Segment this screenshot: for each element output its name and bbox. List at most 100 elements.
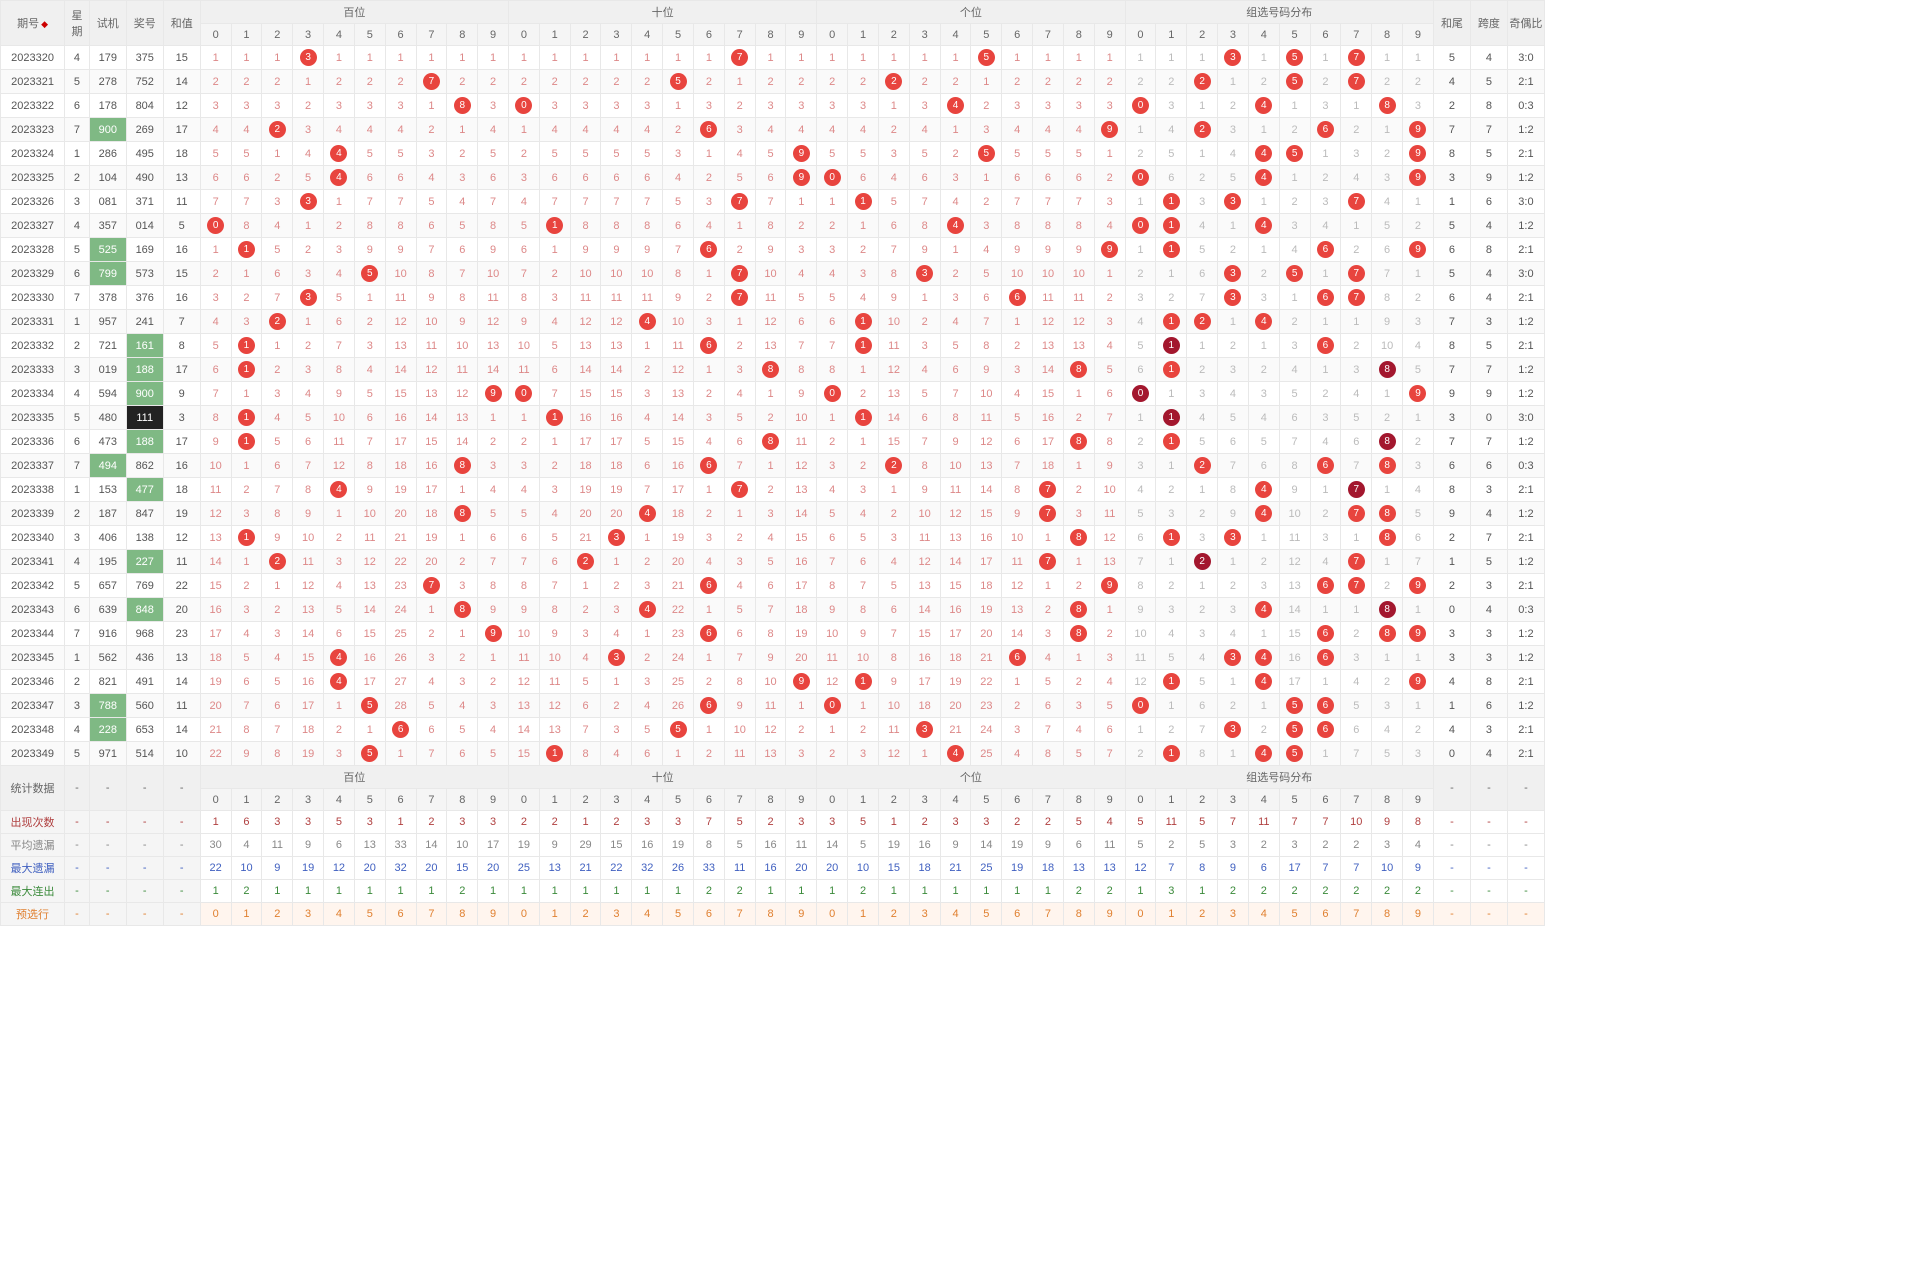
ball-h: 8	[454, 601, 471, 618]
col-hundreds: 百位	[200, 1, 508, 24]
ball-h: 4	[330, 169, 347, 186]
ball-h: 3	[300, 193, 317, 210]
table-row: 2023338115347718112784919171443191971717…	[1, 478, 1915, 502]
table-row: 2023328552516916115239976961999762933279…	[1, 238, 1915, 262]
ball-t: 9	[793, 169, 810, 186]
ball-dist: 5	[1286, 145, 1303, 162]
ball-dist: 7	[1348, 577, 1365, 594]
digit-2: 2	[878, 24, 909, 46]
digit-9: 9	[1403, 24, 1434, 46]
ball-dist: 6	[1317, 289, 1334, 306]
digit-0: 0	[1125, 24, 1156, 46]
col-week: 星期	[65, 1, 90, 46]
digit-1: 1	[848, 24, 879, 46]
ball-dist: 0	[1132, 697, 1149, 714]
table-row: 2023337749486216101671281816833218186166…	[1, 454, 1915, 478]
table-row: 2023325210449013662546643636666425690646…	[1, 166, 1915, 190]
ball-dist: 1	[1163, 409, 1180, 426]
ball-u: 0	[824, 385, 841, 402]
table-row: 2023321527875214222122272222222521222222…	[1, 70, 1915, 94]
ball-dist: 0	[1132, 385, 1149, 402]
ball-dist: 2	[1194, 121, 1211, 138]
ball-dist: 3	[1224, 721, 1241, 738]
ball-dist: 3	[1224, 265, 1241, 282]
sort-icon[interactable]	[39, 18, 48, 30]
ball-dist: 3	[1224, 49, 1241, 66]
digit-2: 2	[1187, 24, 1218, 46]
ball-dist: 1	[1163, 193, 1180, 210]
col-test: 试机	[89, 1, 126, 46]
ball-h: 2	[269, 553, 286, 570]
ball-h: 7	[423, 577, 440, 594]
digit-4: 4	[632, 24, 663, 46]
ball-u: 1	[855, 409, 872, 426]
ball-dist: 2	[1194, 553, 1211, 570]
ball-t: 8	[762, 361, 779, 378]
table-row: 2023347378856011207617152854313126242669…	[1, 694, 1915, 718]
ball-u: 8	[1070, 625, 1087, 642]
ball-u: 1	[855, 673, 872, 690]
ball-h: 6	[392, 721, 409, 738]
ball-dist: 9	[1409, 673, 1426, 690]
table-row: 2023324128649518551445532525555314595535…	[1, 142, 1915, 166]
ball-u: 7	[1039, 481, 1056, 498]
ball-dist: 5	[1286, 49, 1303, 66]
digit-5: 5	[354, 24, 385, 46]
ball-u: 8	[1070, 601, 1087, 618]
ball-h: 3	[300, 289, 317, 306]
ball-dist: 5	[1286, 721, 1303, 738]
digit-2: 2	[570, 24, 601, 46]
table-row: 2023332272116185112731311101310513131116…	[1, 334, 1915, 358]
digit-6: 6	[1002, 24, 1033, 46]
ball-dist: 6	[1317, 625, 1334, 642]
ball-dist: 4	[1255, 217, 1272, 234]
ball-dist: 7	[1348, 193, 1365, 210]
ball-t: 4	[639, 505, 656, 522]
ball-u: 0	[824, 169, 841, 186]
digit-6: 6	[693, 24, 724, 46]
ball-u: 5	[978, 49, 995, 66]
ball-dist: 9	[1409, 241, 1426, 258]
digit-7: 7	[724, 24, 755, 46]
ball-t: 0	[515, 385, 532, 402]
ball-h: 1	[238, 529, 255, 546]
ball-t: 5	[670, 73, 687, 90]
digit-1: 1	[1156, 24, 1187, 46]
ball-dist: 2	[1194, 457, 1211, 474]
digit-3: 3	[1218, 24, 1249, 46]
table-row: 2023320417937515111311111111111117111111…	[1, 46, 1915, 70]
ball-dist: 8	[1379, 97, 1396, 114]
stat-row: 最大连出----12111111211111112211121111112213…	[1, 880, 1915, 903]
col-period[interactable]: 期号	[1, 1, 65, 46]
ball-u: 4	[947, 217, 964, 234]
ball-dist: 5	[1286, 745, 1303, 762]
ball-dist: 3	[1224, 193, 1241, 210]
table-row: 2023326308137111773317754747777537711157…	[1, 190, 1915, 214]
digit-8: 8	[1372, 24, 1403, 46]
stat-row: 平均遗漏----30411961333141017199291516198516…	[1, 834, 1915, 857]
ball-u: 3	[916, 265, 933, 282]
digit-7: 7	[416, 24, 447, 46]
ball-t: 7	[731, 193, 748, 210]
ball-t: 5	[670, 721, 687, 738]
ball-dist: 7	[1348, 265, 1365, 282]
digit-8: 8	[447, 24, 478, 46]
ball-dist: 8	[1379, 625, 1396, 642]
ball-dist: 3	[1224, 649, 1241, 666]
ball-dist: 1	[1163, 745, 1180, 762]
ball-h: 2	[269, 313, 286, 330]
col-oe: 奇偶比	[1507, 1, 1544, 46]
ball-h: 4	[330, 649, 347, 666]
ball-u: 1	[855, 193, 872, 210]
ball-u: 6	[1009, 649, 1026, 666]
ball-dist: 3	[1224, 529, 1241, 546]
ball-u: 2	[885, 457, 902, 474]
ball-t: 3	[608, 529, 625, 546]
ball-h: 5	[361, 697, 378, 714]
ball-dist: 8	[1379, 529, 1396, 546]
ball-dist: 4	[1255, 505, 1272, 522]
ball-dist: 8	[1379, 433, 1396, 450]
digit-5: 5	[971, 24, 1002, 46]
ball-dist: 6	[1317, 241, 1334, 258]
ball-h: 1	[238, 433, 255, 450]
